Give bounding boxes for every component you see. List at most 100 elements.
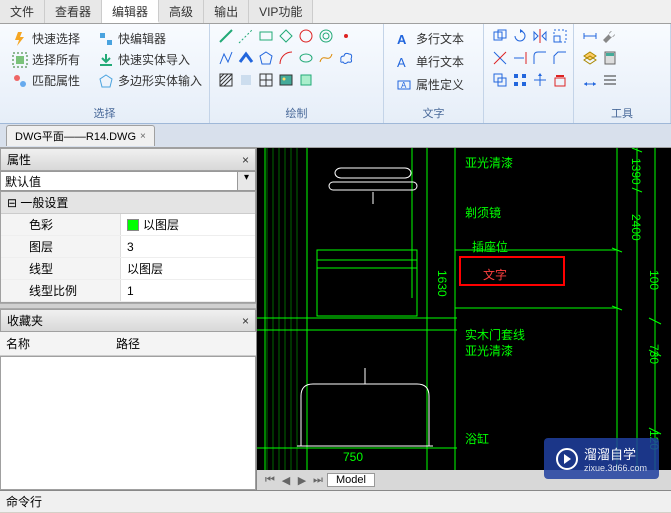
- watermark: 溜溜自学 zixue.3d66.com: [544, 438, 659, 479]
- prop-row-linetype[interactable]: 线型 以图层: [1, 258, 255, 280]
- command-line[interactable]: 命令行: [0, 490, 671, 512]
- mtext-icon: A: [396, 31, 412, 47]
- rotate-icon[interactable]: [512, 28, 528, 44]
- properties-default-row: ▾: [0, 171, 256, 191]
- close-tab-icon[interactable]: ×: [140, 131, 146, 142]
- trace-icon[interactable]: [238, 50, 254, 66]
- circle-icon[interactable]: [298, 28, 314, 44]
- rotated-rect-icon[interactable]: [278, 28, 294, 44]
- fillet-icon[interactable]: [532, 50, 548, 66]
- trim-icon[interactable]: [492, 50, 508, 66]
- svg-text:A: A: [397, 32, 407, 47]
- polyline-icon[interactable]: [218, 50, 234, 66]
- rectangle-icon[interactable]: [258, 28, 274, 44]
- region-icon[interactable]: [238, 72, 254, 88]
- ribbon-group-tools-label: 工具: [582, 103, 662, 121]
- model-nav-first[interactable]: ⏮: [263, 474, 277, 487]
- prop-color-value: 以图层: [143, 216, 179, 233]
- lightning-icon: [12, 31, 28, 47]
- favorites-columns: 名称 路径: [0, 332, 256, 356]
- watermark-url: zixue.3d66.com: [584, 463, 647, 473]
- erase-icon[interactable]: [552, 72, 568, 88]
- select-all-button[interactable]: 选择所有: [8, 49, 84, 70]
- poly-input-button[interactable]: 多边形实体输入: [94, 70, 206, 91]
- calc-icon[interactable]: [602, 50, 618, 66]
- ribbon-group-text: A多行文本 A单行文本 A属性定义 文字: [384, 24, 484, 123]
- table-draw-icon[interactable]: [258, 72, 274, 88]
- attrdef-label: 属性定义: [416, 76, 464, 93]
- mirror-icon[interactable]: [532, 28, 548, 44]
- copy-icon[interactable]: [492, 28, 508, 44]
- dim-100: 100: [647, 270, 661, 290]
- mtext-button[interactable]: A 多行文本: [392, 28, 468, 49]
- cad-label-bath: 浴缸: [465, 430, 489, 447]
- array-icon[interactable]: [512, 72, 528, 88]
- prop-row-layer[interactable]: 图层 3: [1, 236, 255, 258]
- block-icon[interactable]: [298, 72, 314, 88]
- menu-viewer[interactable]: 查看器: [45, 0, 102, 23]
- arc-icon[interactable]: [278, 50, 294, 66]
- ellipse-icon[interactable]: [298, 50, 314, 66]
- revcloud-icon[interactable]: [338, 50, 354, 66]
- quick-import-label: 快速实体导入: [118, 51, 190, 68]
- attrdef-button[interactable]: A属性定义: [392, 74, 468, 95]
- properties-group-general[interactable]: ⊟ 一般设置: [1, 192, 255, 214]
- prop-row-linescale[interactable]: 线型比例 1: [1, 280, 255, 302]
- polygon-shape-icon[interactable]: [258, 50, 274, 66]
- model-tab[interactable]: Model: [327, 473, 375, 487]
- favorites-header: 收藏夹 ×: [0, 309, 256, 332]
- properties-default-input[interactable]: [0, 171, 238, 191]
- wrench-icon[interactable]: [602, 28, 618, 44]
- model-nav-next[interactable]: ▶: [295, 474, 309, 487]
- menu-bar: 文件 查看器 编辑器 高级 输出 VIP功能: [0, 0, 671, 24]
- match-prop-button[interactable]: 匹配属性: [8, 70, 84, 91]
- donut-icon[interactable]: [318, 28, 334, 44]
- properties-close-icon[interactable]: ×: [242, 153, 249, 167]
- favorites-col-name[interactable]: 名称: [6, 335, 116, 352]
- spline-icon[interactable]: [318, 50, 334, 66]
- svg-text:A: A: [397, 55, 406, 70]
- menu-file[interactable]: 文件: [0, 0, 45, 23]
- menu-output[interactable]: 输出: [204, 0, 249, 23]
- dim-icon[interactable]: [582, 72, 598, 88]
- quick-select-button[interactable]: 快速选择: [8, 28, 84, 49]
- hatch-icon[interactable]: [218, 72, 234, 88]
- line-icon[interactable]: [218, 28, 234, 44]
- favorites-col-path[interactable]: 路径: [116, 335, 140, 352]
- offset-icon[interactable]: [492, 72, 508, 88]
- layer-icon[interactable]: [582, 50, 598, 66]
- menu-vip[interactable]: VIP功能: [249, 0, 313, 23]
- construction-line-icon[interactable]: [238, 28, 254, 44]
- cad-label-mirror: 剃须镜: [465, 204, 501, 221]
- scale-icon[interactable]: [552, 28, 568, 44]
- model-nav-last[interactable]: ⏭: [311, 474, 325, 487]
- prop-color-label: 色彩: [1, 214, 121, 235]
- chamfer-icon[interactable]: [552, 50, 568, 66]
- options-icon[interactable]: [602, 72, 618, 88]
- prop-linescale-label: 线型比例: [1, 280, 121, 301]
- quick-select-label: 快速选择: [32, 30, 80, 47]
- measure-icon[interactable]: [582, 28, 598, 44]
- favorites-close-icon[interactable]: ×: [242, 314, 249, 328]
- drawing-canvas[interactable]: 亚光清漆 剃须镜 插座位 文字 实木门套线 亚光清漆 浴缸 1390 2400 …: [257, 148, 671, 470]
- ribbon-group-draw: 绘制: [210, 24, 384, 123]
- quick-edit-button[interactable]: 快编辑器: [94, 28, 206, 49]
- dim-750: 750: [343, 450, 363, 464]
- point-icon[interactable]: [338, 28, 354, 44]
- favorites-body: [0, 356, 256, 490]
- model-nav-prev[interactable]: ◀: [279, 474, 293, 487]
- menu-editor[interactable]: 编辑器: [102, 0, 159, 23]
- properties-default-dropdown[interactable]: ▾: [238, 171, 256, 191]
- prop-row-color[interactable]: 色彩 以图层: [1, 214, 255, 236]
- canvas-svg: [257, 148, 671, 470]
- stext-button[interactable]: A单行文本: [392, 51, 468, 72]
- move-icon[interactable]: [532, 72, 548, 88]
- document-tab[interactable]: DWG平面——R14.DWG ×: [6, 125, 155, 146]
- extend-icon[interactable]: [512, 50, 528, 66]
- ribbon-group-select: 快速选择 选择所有 匹配属性 快编辑器 快速实体导入 多边形实体输入 选择: [0, 24, 210, 123]
- quick-import-button[interactable]: 快速实体导入: [94, 49, 206, 70]
- menu-advanced[interactable]: 高级: [159, 0, 204, 23]
- mtext-label: 多行文本: [416, 30, 464, 47]
- image-icon[interactable]: [278, 72, 294, 88]
- properties-title: 属性: [7, 151, 31, 168]
